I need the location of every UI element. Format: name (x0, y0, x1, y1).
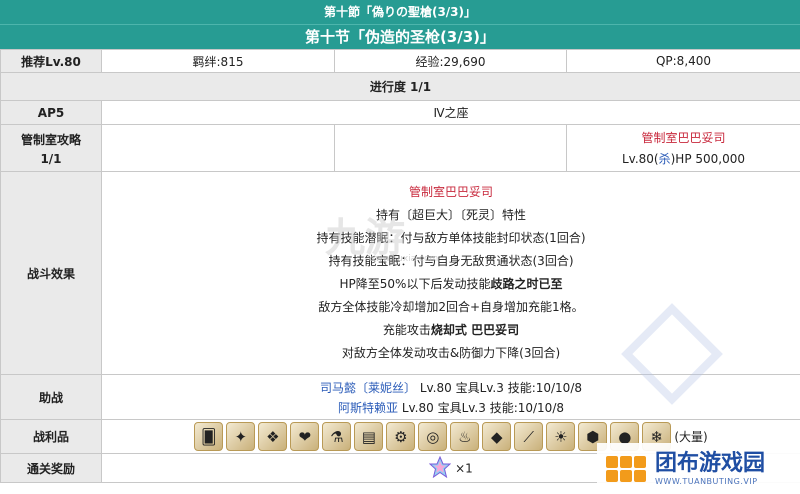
card-icon[interactable]: 🂠 (194, 422, 224, 451)
battle-effect-label: 战斗效果 (0, 171, 102, 375)
saint-quartz-icon[interactable] (428, 455, 452, 481)
wing-icon[interactable]: ✦ (226, 422, 256, 451)
trigger-prefix: HP降至50%以下后发动技能 (339, 277, 491, 291)
support-stats-2: Lv.80 宝具Lv.3 技能:10/10/8 (398, 400, 564, 415)
drops-label: 战利品 (0, 419, 102, 454)
wave-label: 管制室攻略 1/1 (0, 124, 102, 172)
crystal-icon[interactable]: ◆ (482, 422, 512, 451)
enemy-stats: Lv.80(杀)HP 500,000 (567, 150, 800, 167)
bond-value: 羁绊:815 (101, 49, 335, 73)
battle-effect-row: 战斗效果 管制室巴巴妥司 持有〔超巨大〕〔死灵〕特性 持有技能潜眠：付与敌方单体… (0, 171, 800, 375)
brand-name: 团布游戏园 (655, 451, 766, 476)
battle-effect-content: 管制室巴巴妥司 持有〔超巨大〕〔死灵〕特性 持有技能潜眠：付与敌方单体技能封印状… (101, 171, 800, 375)
heart-icon[interactable]: ❤ (290, 422, 320, 451)
brand-logo-icon (603, 446, 649, 492)
effect-enemy-name[interactable]: 管制室巴巴妥司 (102, 181, 800, 204)
effect-traits: 持有〔超巨大〕〔死灵〕特性 (375, 208, 526, 222)
quest-info-table: 推荐Lv.80 羁绊:815 经验:29,690 QP:8,400 进行度 1/… (0, 49, 800, 483)
wave-label-title: 管制室攻略 (20, 132, 81, 147)
ap-row: AP5 Ⅳ之座 (0, 100, 800, 125)
effect-trigger-result: 敌方全体技能冷却增加2回合+自身增加充能1格。 (318, 300, 584, 314)
support-row: 助战 司马懿〔莱妮丝〕 Lv.80 宝具Lv.3 技能:10/10/8 阿斯特赖… (0, 374, 800, 420)
lantern-icon[interactable]: ♨ (450, 422, 480, 451)
support-content: 司马懿〔莱妮丝〕 Lv.80 宝具Lv.3 技能:10/10/8 阿斯特赖亚 L… (101, 374, 800, 420)
np-prefix: 充能攻击 (382, 323, 431, 337)
progress-row: 进行度 1/1 (0, 72, 800, 101)
chapter-title-jp: 第十節「偽りの聖槍(3/3)」 (0, 0, 800, 24)
support-line-2: 阿斯特赖亚 Lv.80 宝具Lv.3 技能:10/10/8 (102, 399, 800, 416)
enemy-class[interactable]: 杀 (659, 152, 671, 166)
enemy-hp: )HP 500,000 (670, 152, 746, 166)
enemy-row: 管制室攻略 1/1 管制室巴巴妥司 Lv.80(杀)HP 500,000 (0, 124, 800, 172)
ap-cost: AP5 (0, 100, 102, 125)
support-label: 助战 (0, 374, 102, 420)
empty-cell-2 (334, 124, 567, 172)
gear-icon[interactable]: ⚙ (386, 422, 416, 451)
effect-np: 充能攻击烧却式 巴巴妥司 (102, 319, 800, 342)
brand-url: WWW.TUANBUTING.VIP (655, 477, 758, 486)
bone-icon[interactable]: ⟋ (514, 422, 544, 451)
empty-cell-1 (101, 124, 335, 172)
effect-trigger: HP降至50%以下后发动技能歧路之时已至 (102, 273, 800, 296)
nest-icon[interactable]: ◎ (418, 422, 448, 451)
flask-icon[interactable]: ⚗ (322, 422, 352, 451)
support-servant-1[interactable]: 司马懿〔莱妮丝〕 (320, 381, 416, 395)
enemy-name[interactable]: 管制室巴巴妥司 (567, 129, 800, 146)
np-name: 烧却式 巴巴妥司 (430, 323, 520, 337)
wave-label-count: 1/1 (40, 151, 62, 166)
chapter-title-cn: 第十节「伪造的圣枪(3/3)」 (0, 24, 800, 49)
trigger-skill-name: 歧路之时已至 (490, 277, 563, 291)
effect-skill-1: 持有技能潜眠：付与敌方单体技能封印状态(1回合) (316, 231, 586, 245)
info-row: 推荐Lv.80 羁绊:815 经验:29,690 QP:8,400 (0, 49, 800, 73)
feather-icon[interactable]: ❖ (258, 422, 288, 451)
sun-icon[interactable]: ☀ (546, 422, 576, 451)
stage-name: Ⅳ之座 (101, 100, 800, 125)
brand-text: 团布游戏园 WWW.TUANBUTING.VIP (655, 451, 765, 486)
qp-value: QP:8,400 (566, 49, 800, 73)
reward-label: 通关奖励 (0, 453, 102, 483)
enemy-cell: 管制室巴巴妥司 Lv.80(杀)HP 500,000 (566, 124, 800, 172)
effect-np-result: 对敌方全体发动攻击&防御力下降(3回合) (341, 346, 561, 360)
effect-skill-2: 持有技能宝眠：付与自身无敌贯通状态(3回合) (328, 254, 574, 268)
enemy-level: Lv.80( (621, 152, 659, 166)
support-line-1: 司马懿〔莱妮丝〕 Lv.80 宝具Lv.3 技能:10/10/8 (102, 379, 800, 396)
support-stats-1: Lv.80 宝具Lv.3 技能:10/10/8 (416, 380, 582, 395)
exp-value: 经验:29,690 (334, 49, 567, 73)
support-servant-2[interactable]: 阿斯特赖亚 (338, 401, 398, 415)
progress-label: 进行度 1/1 (0, 72, 800, 101)
recommended-level: 推荐Lv.80 (0, 49, 102, 73)
reward-count: ×1 (455, 461, 473, 475)
scroll-icon[interactable]: ▤ (354, 422, 384, 451)
brand-logo[interactable]: 团布游戏园 WWW.TUANBUTING.VIP (597, 443, 800, 494)
